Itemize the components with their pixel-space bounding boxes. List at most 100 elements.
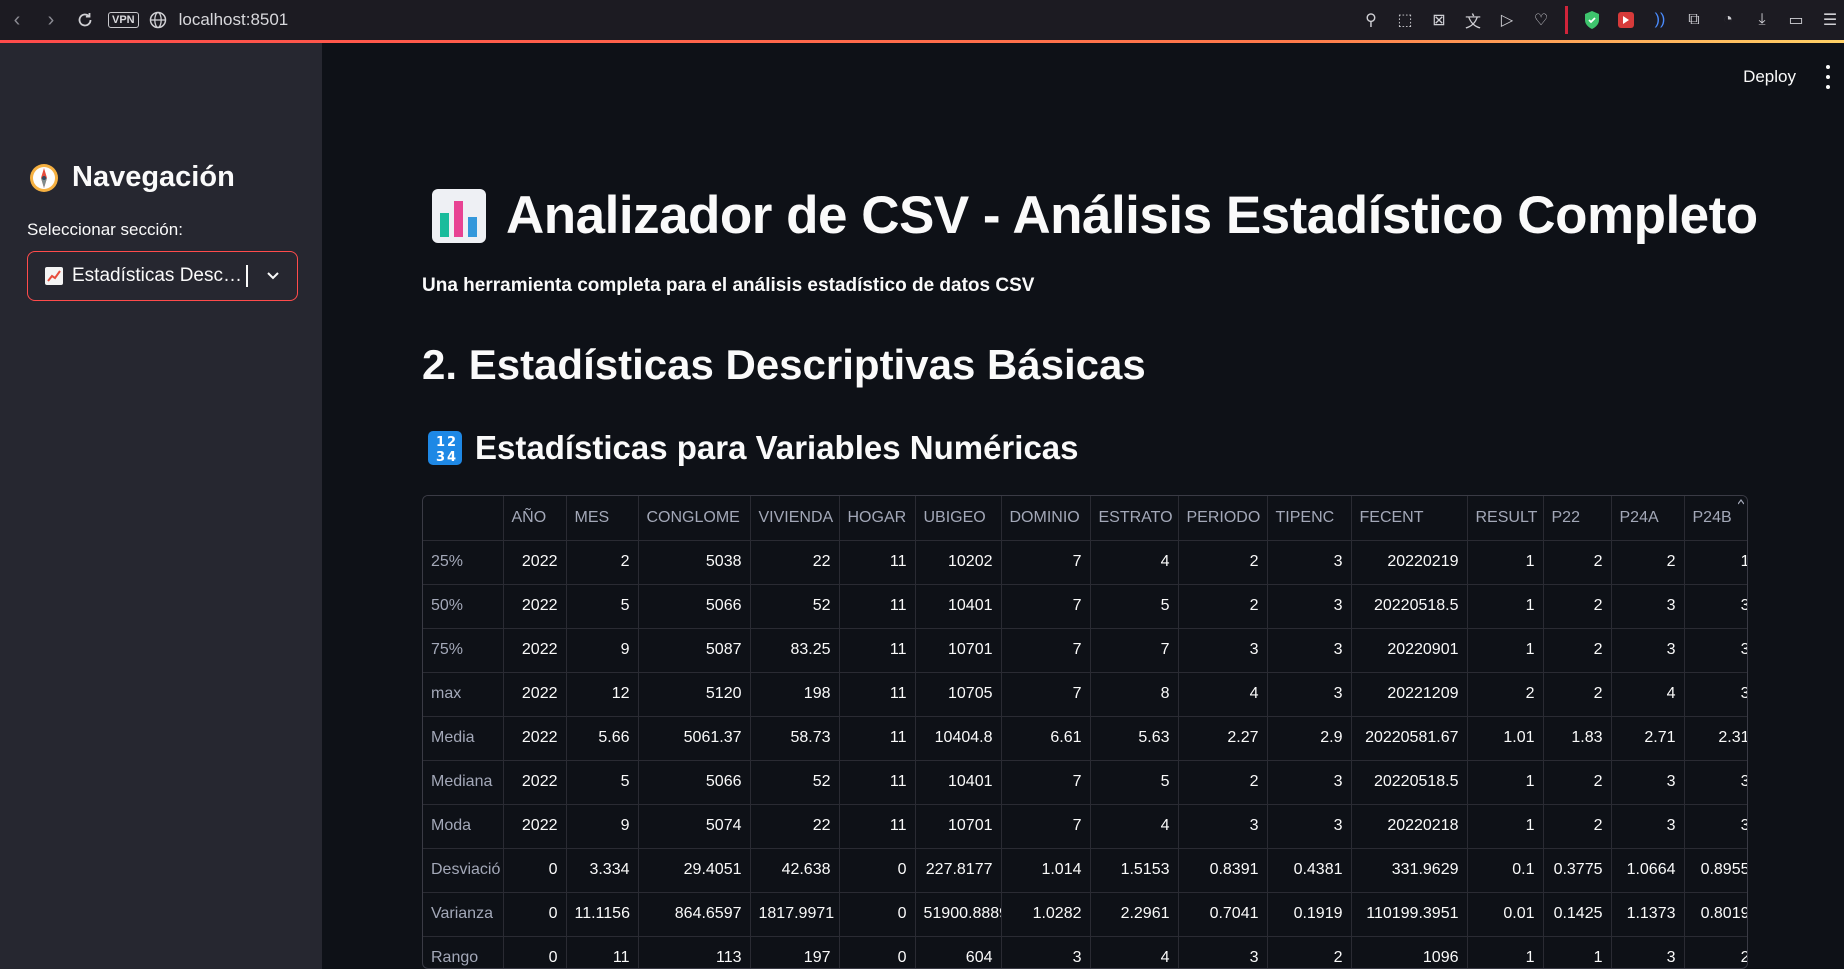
table-cell[interactable]: 11 — [839, 804, 916, 849]
translate-icon[interactable]: 文 — [1463, 10, 1483, 31]
table-cell[interactable]: 83.25 — [750, 628, 840, 673]
table-cell[interactable]: 11 — [839, 716, 916, 761]
table-cell[interactable]: 1.0282 — [1001, 892, 1091, 937]
table-cell[interactable]: 1 — [1467, 936, 1544, 968]
table-cell[interactable]: 2 — [1178, 760, 1268, 805]
row-label[interactable]: Rango — [423, 936, 504, 968]
table-cell[interactable]: 20220901 — [1351, 628, 1468, 673]
table-cell[interactable]: 0.7041 — [1178, 892, 1268, 937]
pin-icon[interactable]: ⚲ — [1361, 10, 1381, 30]
table-cell[interactable]: 2 — [1543, 584, 1612, 629]
table-cell[interactable]: 10404.8 — [915, 716, 1002, 761]
table-cell[interactable]: 0 — [503, 936, 567, 968]
table-cell[interactable]: 2 — [1684, 936, 1747, 968]
table-cell[interactable]: 4 — [1090, 804, 1179, 849]
row-label[interactable]: Media — [423, 716, 504, 761]
table-cell[interactable]: 1.5153 — [1090, 848, 1179, 893]
table-cell[interactable]: 3 — [1684, 760, 1747, 805]
table-cell[interactable]: 9 — [566, 804, 639, 849]
table-cell[interactable]: 2022 — [503, 672, 567, 717]
stats-table[interactable]: AÑO MES CONGLOME VIVIENDA HOGAR UBIGEO DOMINIO… — [422, 495, 1748, 969]
reload-icon[interactable] — [68, 3, 102, 37]
table-cell[interactable]: 3 — [1684, 584, 1747, 629]
table-cell[interactable]: 2 — [1543, 760, 1612, 805]
table-cell[interactable]: 1 — [1543, 936, 1612, 968]
column-header[interactable]: ESTRATO — [1090, 496, 1179, 541]
table-cell[interactable]: 7 — [1001, 760, 1091, 805]
table-cell[interactable]: 3 — [1178, 804, 1268, 849]
table-cell[interactable]: 3 — [1267, 628, 1352, 673]
table-cell[interactable]: 51900.8889 — [915, 892, 1002, 937]
table-cell[interactable]: 2 — [1543, 628, 1612, 673]
table-cell[interactable]: 0 — [839, 936, 916, 968]
column-header[interactable]: CONGLOME — [638, 496, 751, 541]
table-cell[interactable]: 5 — [1090, 584, 1179, 629]
table-cell[interactable]: 1 — [1467, 584, 1544, 629]
table-cell[interactable]: 2022 — [503, 804, 567, 849]
table-cell[interactable]: 3 — [1178, 628, 1268, 673]
table-cell[interactable]: 2022 — [503, 540, 567, 585]
table-cell[interactable]: 0 — [503, 848, 567, 893]
table-cell[interactable]: 12 — [566, 672, 639, 717]
table-cell[interactable]: 3 — [1611, 584, 1685, 629]
table-cell[interactable]: 227.8177 — [915, 848, 1002, 893]
table-cell[interactable]: 3 — [1611, 936, 1685, 968]
profile-icon[interactable]: ◔ — [1718, 10, 1738, 30]
table-cell[interactable]: 2 — [1543, 540, 1612, 585]
table-cell[interactable]: 0.1425 — [1543, 892, 1612, 937]
shield-icon[interactable] — [1582, 10, 1602, 30]
table-cell[interactable]: 3 — [1178, 936, 1268, 968]
table-cell[interactable]: 11 — [839, 540, 916, 585]
table-cell[interactable]: 1.83 — [1543, 716, 1612, 761]
table-cell[interactable]: 5 — [566, 584, 639, 629]
table-cell[interactable]: 7 — [1001, 540, 1091, 585]
table-cell[interactable]: 22 — [750, 540, 840, 585]
table-cell[interactable]: 7 — [1001, 672, 1091, 717]
table-cell[interactable]: 1 — [1467, 540, 1544, 585]
table-cell[interactable]: 20220581.67 — [1351, 716, 1468, 761]
table-cell[interactable]: 864.6597 — [638, 892, 751, 937]
back-icon[interactable]: ‹ — [0, 3, 34, 37]
row-label[interactable]: 75% — [423, 628, 504, 673]
table-cell[interactable]: 1 — [1467, 804, 1544, 849]
row-label[interactable]: max — [423, 672, 504, 717]
table-cell[interactable]: 20221209 — [1351, 672, 1468, 717]
table-cell[interactable]: 11 — [839, 628, 916, 673]
table-cell[interactable]: 11 — [566, 936, 639, 968]
table-cell[interactable]: 11 — [839, 584, 916, 629]
table-cell[interactable]: 20220218 — [1351, 804, 1468, 849]
table-cell[interactable]: 10701 — [915, 628, 1002, 673]
table-cell[interactable]: 3 — [1611, 760, 1685, 805]
table-cell[interactable]: 113 — [638, 936, 751, 968]
table-cell[interactable]: 3 — [1267, 672, 1352, 717]
table-cell[interactable]: 5074 — [638, 804, 751, 849]
wifi-extension-icon[interactable]: )) — [1650, 10, 1670, 30]
table-cell[interactable]: 9 — [566, 628, 639, 673]
row-label[interactable]: Moda — [423, 804, 504, 849]
table-cell[interactable]: 29.4051 — [638, 848, 751, 893]
table-cell[interactable]: 198 — [750, 672, 840, 717]
forward-icon[interactable]: › — [34, 3, 68, 37]
column-header[interactable]: TIPENC — [1267, 496, 1352, 541]
table-cell[interactable]: 10701 — [915, 804, 1002, 849]
table-cell[interactable]: 604 — [915, 936, 1002, 968]
table-cell[interactable]: 7 — [1001, 804, 1091, 849]
column-header[interactable]: VIVIENDA — [750, 496, 840, 541]
table-cell[interactable]: 2.2961 — [1090, 892, 1179, 937]
table-cell[interactable]: 197 — [750, 936, 840, 968]
table-cell[interactable]: 52 — [750, 584, 840, 629]
table-cell[interactable]: 5120 — [638, 672, 751, 717]
menu-icon[interactable]: ☰ — [1820, 10, 1840, 30]
scroll-up-icon[interactable] — [1738, 496, 1744, 514]
table-cell[interactable]: 2022 — [503, 760, 567, 805]
play-icon[interactable]: ▷ — [1497, 10, 1517, 30]
column-header[interactable]: HOGAR — [839, 496, 916, 541]
address-bar[interactable]: localhost:8501 — [179, 10, 289, 30]
table-cell[interactable]: 5087 — [638, 628, 751, 673]
table-cell[interactable]: 10401 — [915, 584, 1002, 629]
section-select[interactable]: Estadísticas Descriptivas Básicas — [27, 251, 298, 301]
table-cell[interactable]: 10705 — [915, 672, 1002, 717]
table-cell[interactable]: 2022 — [503, 628, 567, 673]
vpn-badge[interactable]: VPN — [108, 12, 139, 28]
table-cell[interactable]: 5066 — [638, 760, 751, 805]
